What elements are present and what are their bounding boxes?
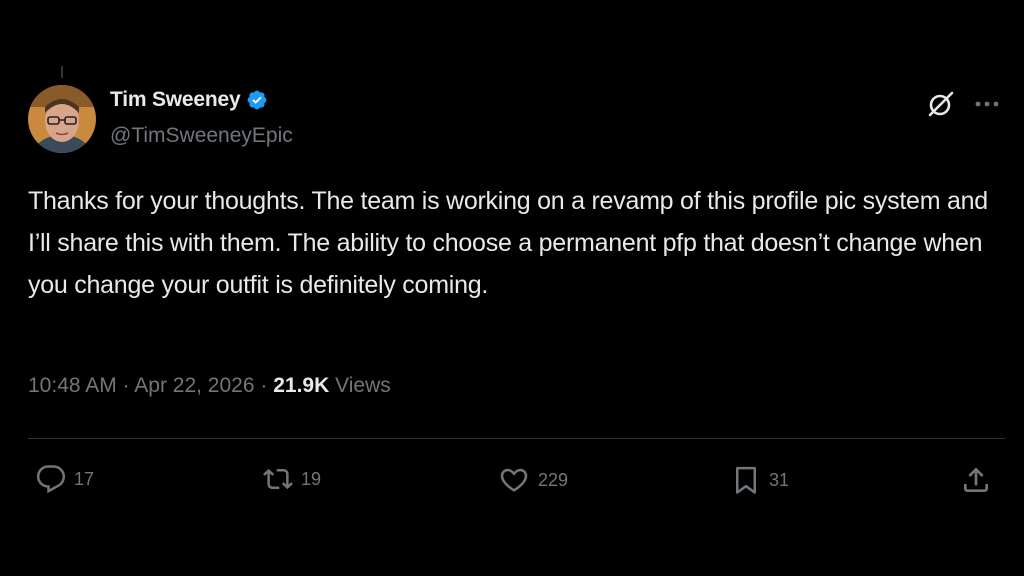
thread-connector-line — [61, 66, 63, 78]
bookmark-count: 31 — [769, 469, 790, 490]
share-button[interactable] — [960, 464, 992, 496]
author-display-name[interactable]: Tim Sweeney — [110, 88, 241, 112]
tweet-date[interactable]: Apr 22, 2026 — [134, 374, 254, 397]
divider — [28, 438, 1005, 439]
verified-badge-icon[interactable] — [246, 89, 268, 111]
tweet-time[interactable]: 10:48 AM — [28, 374, 117, 397]
reply-button[interactable]: 17 — [36, 464, 94, 494]
reply-icon — [36, 465, 66, 494]
heart-icon — [500, 468, 528, 492]
tweet-text: Thanks for your thoughts. The team is wo… — [28, 187, 988, 299]
author-handle[interactable]: @TimSweeneyEpic — [110, 124, 293, 148]
avatar[interactable] — [28, 85, 96, 153]
repost-count: 19 — [301, 468, 322, 489]
meta-separator: · — [122, 374, 130, 397]
bookmark-icon — [736, 466, 756, 494]
author-name-row: Tim Sweeney — [110, 88, 268, 112]
like-button[interactable]: 229 — [498, 464, 568, 496]
views-count: 21.9K — [273, 374, 330, 397]
share-icon — [964, 467, 988, 492]
like-count: 229 — [538, 469, 569, 490]
more-horizontal-icon[interactable] — [972, 92, 1002, 116]
reply-count: 17 — [74, 468, 95, 489]
meta-separator: · — [260, 374, 268, 397]
grok-icon[interactable] — [926, 89, 956, 119]
bookmark-button[interactable]: 31 — [731, 464, 789, 496]
repost-icon — [263, 468, 293, 490]
repost-button[interactable]: 19 — [263, 464, 321, 494]
tweet-meta: 10:48 AM · Apr 22, 2026 · 21.9K Views — [28, 374, 391, 398]
views-label: Views — [335, 374, 391, 397]
